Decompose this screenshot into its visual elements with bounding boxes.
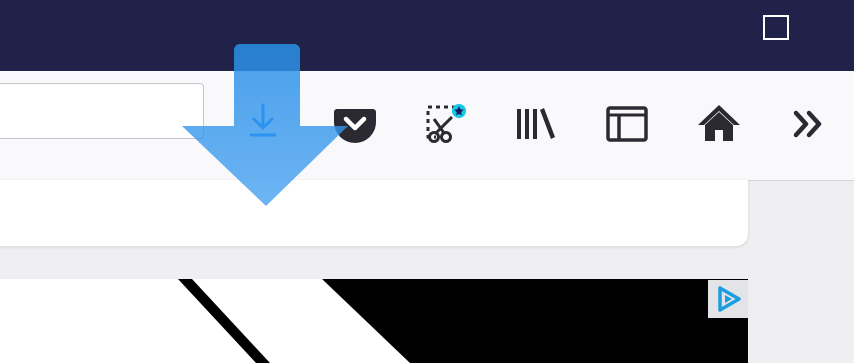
adchoices-button[interactable] (708, 280, 748, 318)
download-icon (249, 103, 277, 137)
sidebar-button[interactable] (604, 101, 650, 147)
dropdown-panel (0, 180, 748, 246)
library-icon (517, 108, 555, 139)
adchoices-icon (718, 286, 741, 312)
downloads-button[interactable] (240, 97, 286, 143)
screenshot-icon (426, 104, 466, 143)
pocket-button[interactable] (332, 101, 378, 147)
home-button[interactable] (696, 101, 742, 147)
chevron-double-right-icon (793, 110, 822, 138)
pocket-icon (334, 109, 376, 143)
window-titlebar (0, 0, 854, 71)
overflow-menu-button[interactable] (787, 101, 833, 147)
library-button[interactable] (513, 101, 559, 147)
home-icon (698, 105, 740, 141)
url-bar[interactable] (0, 83, 204, 139)
navigation-toolbar (0, 71, 854, 181)
screenshot-button[interactable] (422, 101, 468, 147)
ad-banner[interactable] (0, 279, 748, 363)
maximize-button[interactable] (763, 15, 789, 40)
ad-graphic (0, 279, 748, 363)
sidebar-icon (606, 106, 648, 142)
